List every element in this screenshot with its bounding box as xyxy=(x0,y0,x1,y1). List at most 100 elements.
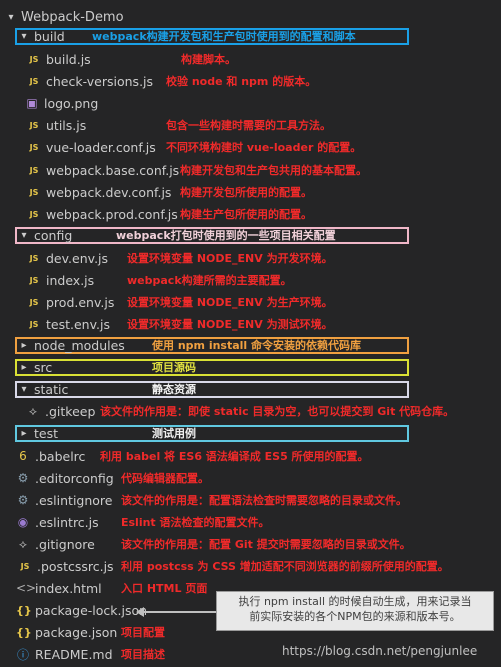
folder-test[interactable]: ▸ test 测试用例 xyxy=(0,422,501,444)
file-note: 利用 postcss 为 CSS 增加适配不同浏览器的前缀所使用的配置。 xyxy=(121,560,449,573)
file-note: 设置环境变量 NODE_ENV 为生产环境。 xyxy=(127,296,333,309)
file-note: 入口 HTML 页面 xyxy=(121,582,208,595)
file-name: README.md xyxy=(35,646,113,662)
file-name: test.env.js xyxy=(46,316,110,332)
file-note: 构建开发包和生产包共用的基本配置。 xyxy=(180,164,367,177)
gear-icon: ⚙ xyxy=(17,493,29,507)
folder-static-label: static xyxy=(34,381,69,397)
file-name: build.js xyxy=(46,51,91,67)
file-note: 该文件的作用是：配置 Git 提交时需要忽略的目录或文件。 xyxy=(121,538,411,551)
file-row[interactable]: JS prod.env.js 设置环境变量 NODE_ENV 为生产环境。 xyxy=(0,291,501,313)
file-name: .postcssrc.js xyxy=(37,558,114,574)
chevron-right-icon: ▸ xyxy=(21,427,27,439)
file-row[interactable]: JS check-versions.js 校验 node 和 npm 的版本。 xyxy=(0,70,501,92)
file-note: 构建生产包所使用的配置。 xyxy=(180,208,312,221)
js-file-icon: JS xyxy=(29,54,39,64)
file-note: 构建脚本。 xyxy=(181,53,236,66)
folder-src-label: src xyxy=(34,359,53,375)
folder-test-label: test xyxy=(34,425,59,441)
file-name: .babelrc xyxy=(35,448,86,464)
js-file-icon: JS xyxy=(20,561,30,571)
file-name: vue-loader.conf.js xyxy=(46,139,156,155)
js-file-icon: JS xyxy=(29,120,39,130)
js-file-icon: JS xyxy=(29,165,39,175)
file-row[interactable]: ⟡ .gitignore 该文件的作用是：配置 Git 提交时需要忽略的目录或文… xyxy=(0,533,501,555)
file-row[interactable]: ▣ logo.png xyxy=(0,92,501,114)
file-name: check-versions.js xyxy=(46,73,154,89)
folder-node-modules-note: 使用 npm install 命令安装的依赖代码库 xyxy=(152,339,362,352)
file-note: 项目描述 xyxy=(121,648,165,661)
json-file-icon: {} xyxy=(16,603,32,617)
chevron-right-icon: ▸ xyxy=(21,361,27,373)
file-name: dev.env.js xyxy=(46,250,109,266)
watermark: https://blog.csdn.net/pengjunlee xyxy=(282,644,478,658)
callout-line-2: 前实际安装的各个NPM包的来源和版本号。 xyxy=(249,610,461,623)
file-note: 利用 babel 将 ES6 语法编译成 ES5 所使用的配置。 xyxy=(100,450,369,463)
file-row[interactable]: JS dev.env.js 设置环境变量 NODE_ENV 为开发环境。 xyxy=(0,247,501,269)
file-name: index.js xyxy=(46,272,95,288)
folder-config[interactable]: ▾ config webpack打包时使用到的一些项目相关配置 xyxy=(0,224,501,246)
folder-src-note: 项目源码 xyxy=(152,361,196,374)
chevron-down-icon: ▾ xyxy=(8,11,14,23)
chevron-down-icon: ▾ xyxy=(21,229,27,241)
file-note: 设置环境变量 NODE_ENV 为测试环境。 xyxy=(127,318,333,331)
html-file-icon: <> xyxy=(16,581,37,595)
folder-config-label: config xyxy=(34,227,73,243)
js-file-icon: JS xyxy=(29,187,39,197)
file-row[interactable]: ⚙ .editorconfig 代码编辑器配置。 xyxy=(0,467,501,489)
file-name: .eslintignore xyxy=(35,492,113,508)
root-folder-label: Webpack-Demo xyxy=(21,9,124,25)
chevron-down-icon: ▾ xyxy=(21,383,27,395)
file-note: 包含一些构建时需要的工具方法。 xyxy=(166,119,331,132)
folder-config-note: webpack打包时使用到的一些项目相关配置 xyxy=(116,229,336,242)
file-row[interactable]: ◉ .eslintrc.js Eslint 语法检查的配置文件。 xyxy=(0,511,501,533)
file-note: 设置环境变量 NODE_ENV 为开发环境。 xyxy=(127,252,333,265)
folder-node-modules[interactable]: ▸ node_modules 使用 npm install 命令安装的依赖代码库 xyxy=(0,334,501,356)
js-file-icon: JS xyxy=(29,275,39,285)
git-file-icon: ⟡ xyxy=(19,536,27,551)
file-note: webpack构建所需的主要配置。 xyxy=(127,274,292,287)
file-row[interactable]: JS build.js 构建脚本。 xyxy=(0,48,501,70)
file-name: .gitkeep xyxy=(45,403,96,419)
folder-node-modules-label: node_modules xyxy=(34,337,125,353)
file-row[interactable]: JS vue-loader.conf.js 不同环境构建时 vue-loader… xyxy=(0,136,501,158)
file-note: 该文件的作用是：即使 static 目录为空，也可以提交到 Git 代码仓库。 xyxy=(100,405,455,418)
folder-static[interactable]: ▾ static 静态资源 xyxy=(0,378,501,400)
chevron-right-icon: ▸ xyxy=(21,339,27,351)
folder-static-note: 静态资源 xyxy=(152,383,196,396)
folder-build[interactable]: ▾ build webpack构建开发包和生产包时使用到的配置和脚本 xyxy=(0,25,501,47)
file-name: .editorconfig xyxy=(35,470,114,486)
file-name: logo.png xyxy=(44,95,99,111)
file-note: 项目配置 xyxy=(121,626,165,639)
file-row[interactable]: JS .postcssrc.js 利用 postcss 为 CSS 增加适配不同… xyxy=(0,555,501,577)
file-row[interactable]: JS webpack.base.conf.js 构建开发包和生产包共用的基本配置… xyxy=(0,159,501,181)
js-file-icon: JS xyxy=(29,209,39,219)
package-lock-callout: 执行 npm install 的时候自动生成，用来记录当 前实际安装的各个NPM… xyxy=(216,591,494,631)
file-row[interactable]: ⟡ .gitkeep 该文件的作用是：即使 static 目录为空，也可以提交到… xyxy=(0,400,501,422)
file-row[interactable]: JS test.env.js 设置环境变量 NODE_ENV 为测试环境。 xyxy=(0,313,501,335)
chevron-down-icon: ▾ xyxy=(21,30,27,42)
file-name: index.html xyxy=(35,580,102,596)
file-row[interactable]: 6 .babelrc 利用 babel 将 ES6 语法编译成 ES5 所使用的… xyxy=(0,445,501,467)
file-row[interactable]: ⚙ .eslintignore 该文件的作用是：配置语法检查时需要忽略的目录或文… xyxy=(0,489,501,511)
folder-test-note: 测试用例 xyxy=(152,427,196,440)
file-row[interactable]: JS utils.js 包含一些构建时需要的工具方法。 xyxy=(0,114,501,136)
folder-build-label: build xyxy=(34,28,65,44)
image-file-icon: ▣ xyxy=(26,96,38,110)
file-note: 不同环境构建时 vue-loader 的配置。 xyxy=(166,141,362,154)
file-name: prod.env.js xyxy=(46,294,115,310)
file-row[interactable]: JS index.js webpack构建所需的主要配置。 xyxy=(0,269,501,291)
babel-file-icon: 6 xyxy=(19,449,27,463)
file-note: 代码编辑器配置。 xyxy=(121,472,209,485)
js-file-icon: JS xyxy=(29,76,39,86)
js-file-icon: JS xyxy=(29,297,39,307)
file-row[interactable]: JS webpack.prod.conf.js 构建生产包所使用的配置。 xyxy=(0,203,501,225)
js-file-icon: JS xyxy=(29,253,39,263)
file-row[interactable]: JS webpack.dev.conf.js 构建开发包所使用的配置。 xyxy=(0,181,501,203)
file-name: webpack.prod.conf.js xyxy=(46,206,178,222)
folder-src[interactable]: ▸ src 项目源码 xyxy=(0,356,501,378)
file-name: package-lock.json xyxy=(35,602,148,618)
file-name: webpack.dev.conf.js xyxy=(46,184,172,200)
file-note: Eslint 语法检查的配置文件。 xyxy=(121,516,270,529)
file-name: webpack.base.conf.js xyxy=(46,162,180,178)
